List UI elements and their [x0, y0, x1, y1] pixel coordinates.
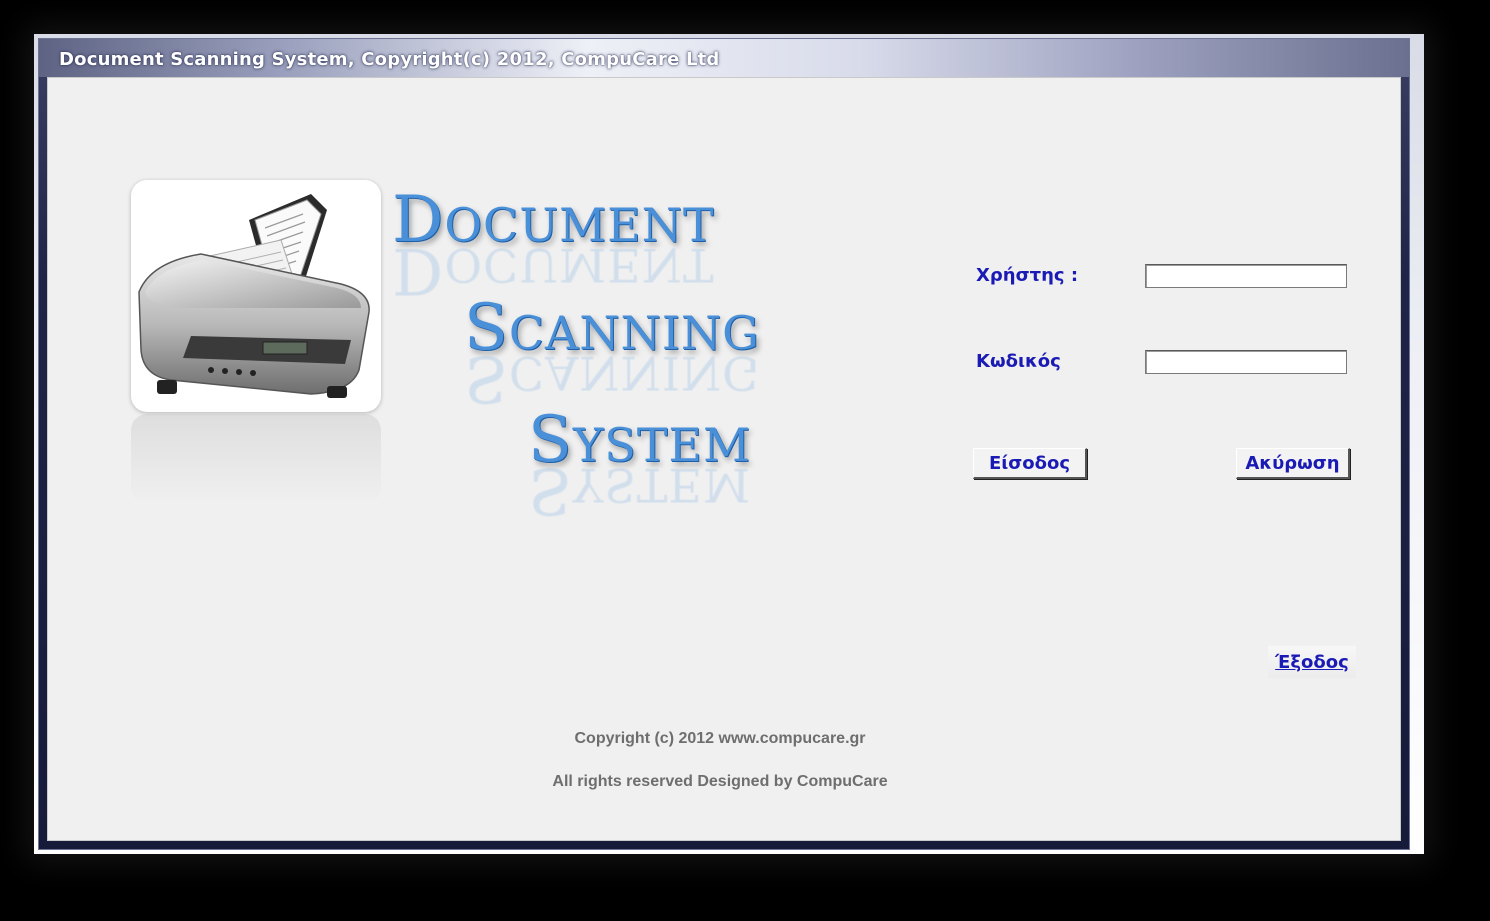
scanner-image	[131, 180, 381, 412]
username-input[interactable]	[1145, 264, 1347, 288]
title-bar[interactable]: Document Scanning System, Copyright(c) 2…	[39, 39, 1409, 77]
login-button[interactable]: Είσοδος	[973, 448, 1087, 479]
logo-word-scanning-reflection: SCANNING	[464, 341, 760, 415]
logo-word-system-reflection: SYSTEM	[528, 453, 752, 527]
footer-copyright: Copyright (c) 2012 www.compucare.gr	[574, 730, 866, 747]
window-title: Document Scanning System, Copyright(c) 2…	[59, 49, 720, 70]
footer-rights: All rights reserved Designed by CompuCar…	[552, 773, 888, 790]
logo-word-document-reflection: DOCUMENT	[392, 233, 715, 307]
password-input[interactable]	[1145, 350, 1347, 374]
password-label: Κωδικός	[976, 351, 1061, 372]
window-frame: Document Scanning System, Copyright(c) 2…	[38, 38, 1410, 850]
cancel-button[interactable]: Ακύρωση	[1236, 448, 1350, 479]
exit-link[interactable]: Έξοδος	[1268, 646, 1356, 678]
app-window: Document Scanning System, Copyright(c) 2…	[34, 34, 1424, 854]
scanner-reflection	[131, 414, 381, 504]
username-label: Χρήστης :	[976, 265, 1079, 286]
login-form: DOCUMENT DOCUMENT SCANNING SCANNING SYST…	[47, 77, 1401, 841]
scanner-icon	[138, 194, 370, 398]
